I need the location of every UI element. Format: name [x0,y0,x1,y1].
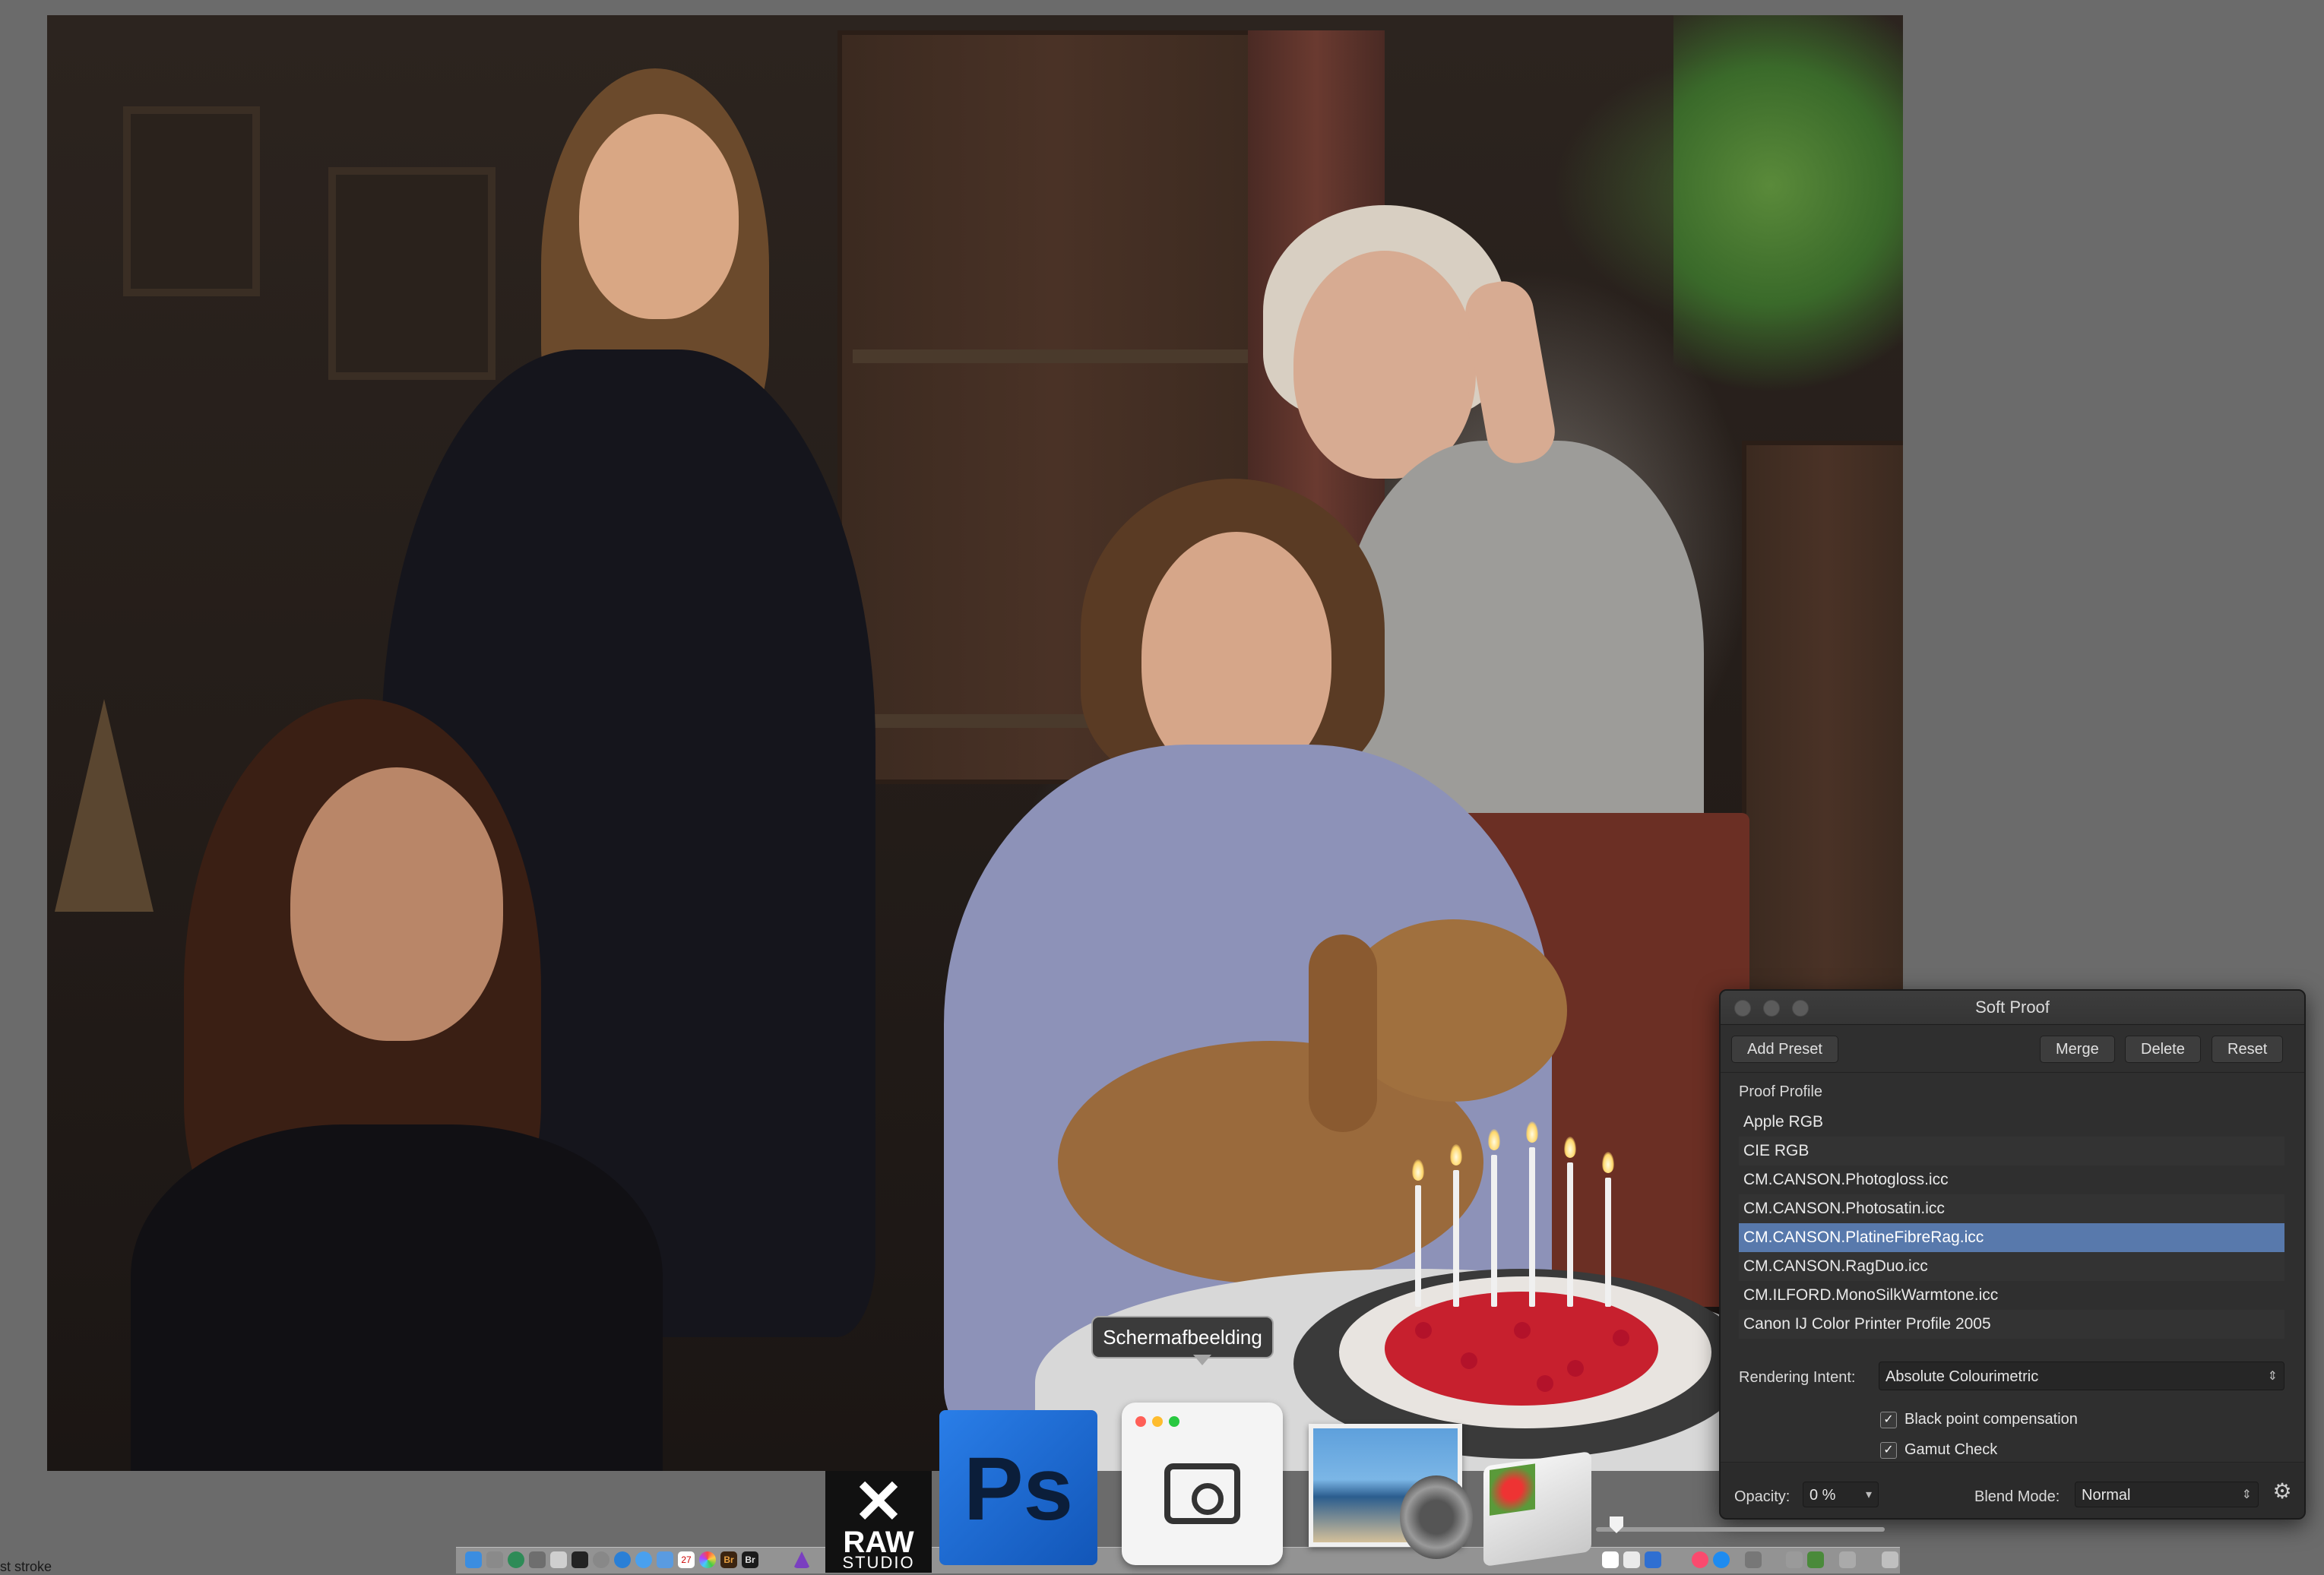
soft-proof-panel: Soft Proof Add Preset Merge Delete Reset… [1719,989,2306,1520]
black-point-checkbox[interactable]: ✓ [1880,1411,1897,1428]
opacity-value: 0 % [1809,1487,1836,1504]
profile-item[interactable]: CM.CANSON.Photosatin.icc [1739,1194,2284,1223]
notes-icon[interactable] [1602,1551,1619,1568]
tools-icon[interactable] [1786,1551,1803,1568]
profile-item[interactable]: Apple RGB [1739,1108,2284,1137]
camera-icon [1164,1463,1240,1524]
gamut-check-checkbox[interactable]: ✓ [1880,1441,1897,1459]
scanner-icon[interactable] [1483,1451,1591,1567]
keynote-icon[interactable] [1645,1551,1661,1568]
opacity-label: Opacity: [1734,1488,1790,1505]
bridge-icon[interactable]: Br [720,1551,737,1568]
mail-icon[interactable] [657,1551,673,1568]
photoshop-icon[interactable]: Ps [939,1410,1097,1565]
blend-mode-value: Normal [2082,1487,2131,1504]
finder-icon[interactable] [465,1551,482,1568]
zoom-window-button[interactable] [1792,1000,1809,1017]
app-store-icon[interactable] [1713,1551,1730,1568]
terminal-icon[interactable] [572,1551,588,1568]
rendering-intent-value: Absolute Colourimetric [1885,1368,2039,1385]
profile-item[interactable]: Canon IJ Color Printer Profile 2005 [1739,1310,2284,1339]
utility-icon[interactable] [1745,1551,1762,1568]
gamut-check-row[interactable]: ✓ Gamut Check [1880,1439,1997,1460]
rendering-intent-label: Rendering Intent: [1739,1369,1856,1386]
blend-mode-select[interactable]: Normal ⇕ [2075,1482,2259,1507]
photos-icon[interactable] [699,1551,716,1568]
gear-icon[interactable]: ⚙ [2271,1480,2294,1503]
profile-item[interactable]: CM.CANSON.Photogloss.icc [1739,1165,2284,1194]
profile-item[interactable]: CM.ILFORD.MonoSilkWarmtone.icc [1739,1281,2284,1310]
delete-button[interactable]: Delete [2125,1036,2201,1063]
shelf [853,349,1248,363]
panel-titlebar[interactable]: Soft Proof [1721,991,2304,1025]
safari-compass-icon[interactable] [635,1551,652,1568]
opacity-field[interactable]: 0 % ▾ [1803,1482,1879,1507]
profile-item[interactable]: CM.CANSON.RagDuo.icc [1739,1252,2284,1281]
window-close-dot-icon [1135,1416,1146,1427]
charts-icon[interactable] [1623,1551,1640,1568]
tooltip-tail [1193,1355,1211,1365]
add-preset-button[interactable]: Add Preset [1731,1036,1838,1063]
raised-hand [1460,277,1560,468]
hanging-plant [1673,15,1903,441]
time-machine-icon[interactable] [508,1551,524,1568]
window-min-dot-icon [1152,1416,1163,1427]
system-prefs-icon[interactable] [593,1551,609,1568]
black-point-compensation-row[interactable]: ✓ Black point compensation [1880,1409,2078,1430]
reset-button[interactable]: Reset [2212,1036,2284,1063]
updown-arrows-icon: ⇕ [2241,1488,2252,1501]
profile-item-selected[interactable]: CM.CANSON.PlatineFibreRag.icc [1739,1223,2284,1252]
proof-profile-label: Proof Profile [1739,1083,1823,1100]
raw-studio-sublabel: STUDIO [842,1553,915,1572]
x-logo-icon: ✕ [853,1468,904,1535]
rendering-intent-select[interactable]: Absolute Colourimetric ⇕ [1879,1362,2284,1390]
minimize-window-button[interactable] [1763,1000,1780,1017]
dropdown-arrow-icon: ▾ [1865,1488,1872,1501]
black-point-label: Black point compensation [1904,1411,2078,1428]
preview-icon[interactable] [550,1551,567,1568]
blend-mode-label: Blend Mode: [1974,1488,2060,1505]
safari-icon[interactable] [614,1551,631,1568]
panel-toolbar: Add Preset Merge Delete Reset [1721,1025,2304,1073]
proof-profile-list[interactable]: Apple RGB CIE RGB CM.CANSON.Photogloss.i… [1739,1108,2284,1339]
christmas-tree [55,699,154,912]
close-window-button[interactable] [1734,1000,1751,1017]
updown-arrows-icon: ⇕ [2267,1370,2278,1383]
wall-frame [123,106,260,296]
bridge-alt-icon[interactable]: Br [742,1551,758,1568]
dock-slider-track[interactable] [1596,1527,1885,1532]
plant-icon[interactable] [1807,1551,1824,1568]
launchpad-icon[interactable] [486,1551,503,1568]
dock-tooltip: Schermafbeelding [1091,1316,1274,1358]
panel-title: Soft Proof [1975,998,2050,1017]
photoshop-label: Ps [963,1439,1074,1539]
window-max-dot-icon [1169,1416,1179,1427]
flower-photo-icon [1490,1463,1535,1516]
downloads-icon[interactable] [1839,1551,1856,1568]
lens-icon[interactable] [1400,1475,1473,1559]
wall-frame [328,167,496,380]
gamut-check-label: Gamut Check [1904,1441,1998,1458]
music-icon[interactable] [1692,1551,1708,1568]
screenshot-app-icon[interactable] [1122,1403,1283,1565]
merge-button[interactable]: Merge [2040,1036,2115,1063]
profile-item[interactable]: CIE RGB [1739,1137,2284,1165]
mission-control-icon[interactable] [529,1551,546,1568]
calendar-icon[interactable]: 27 [678,1551,695,1568]
raw-studio-icon[interactable]: ✕ RAW STUDIO [825,1471,932,1573]
trash-icon[interactable] [1882,1551,1898,1568]
photo-canvas[interactable] [47,15,1903,1471]
